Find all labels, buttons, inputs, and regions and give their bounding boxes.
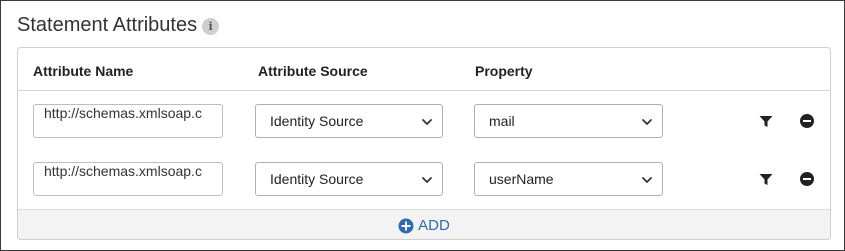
header-attribute-name: Attribute Name [33,63,134,79]
chevron-down-icon [422,119,432,125]
attribute-name-value: http://schemas.xmlsoap.c [44,163,202,179]
attribute-source-value: Identity Source [270,171,364,187]
minus-circle-icon [800,172,814,186]
property-value: mail [489,113,515,129]
property-select[interactable]: mail [474,104,663,138]
filter-icon [759,115,773,127]
add-attribute-button[interactable]: ADD [398,217,450,234]
chevron-down-icon [642,177,652,183]
statement-attributes-frame: Statement Attributes i Attribute Name At… [0,0,845,251]
property-value: userName [489,171,554,187]
table-header: Attribute Name Attribute Source Property [18,48,830,91]
attribute-source-select[interactable]: Identity Source [255,162,443,196]
add-label: ADD [418,217,450,234]
plus-circle-icon [398,218,414,233]
attribute-name-value: http://schemas.xmlsoap.c [44,105,202,121]
remove-row-button[interactable] [798,112,816,130]
attributes-table: Attribute Name Attribute Source Property… [17,47,831,240]
attribute-name-input[interactable]: http://schemas.xmlsoap.c [33,162,223,196]
filter-button[interactable] [757,170,775,188]
chevron-down-icon [642,119,652,125]
attribute-source-select[interactable]: Identity Source [255,104,443,138]
remove-row-button[interactable] [798,170,816,188]
info-icon[interactable]: i [202,18,220,35]
table-row: http://schemas.xmlsoap.c Identity Source… [18,150,830,208]
table-row: http://schemas.xmlsoap.c Identity Source… [18,92,830,150]
filter-icon [759,173,773,185]
attribute-name-input[interactable]: http://schemas.xmlsoap.c [33,104,223,138]
header-attribute-source: Attribute Source [258,63,368,79]
table-footer: ADD [18,209,830,239]
section-title: Statement Attributes [17,14,198,36]
header-property: Property [475,63,533,79]
minus-circle-icon [800,114,814,128]
filter-button[interactable] [757,112,775,130]
chevron-down-icon [422,177,432,183]
section-header: Statement Attributes i [17,14,220,37]
attribute-source-value: Identity Source [270,113,364,129]
property-select[interactable]: userName [474,162,663,196]
